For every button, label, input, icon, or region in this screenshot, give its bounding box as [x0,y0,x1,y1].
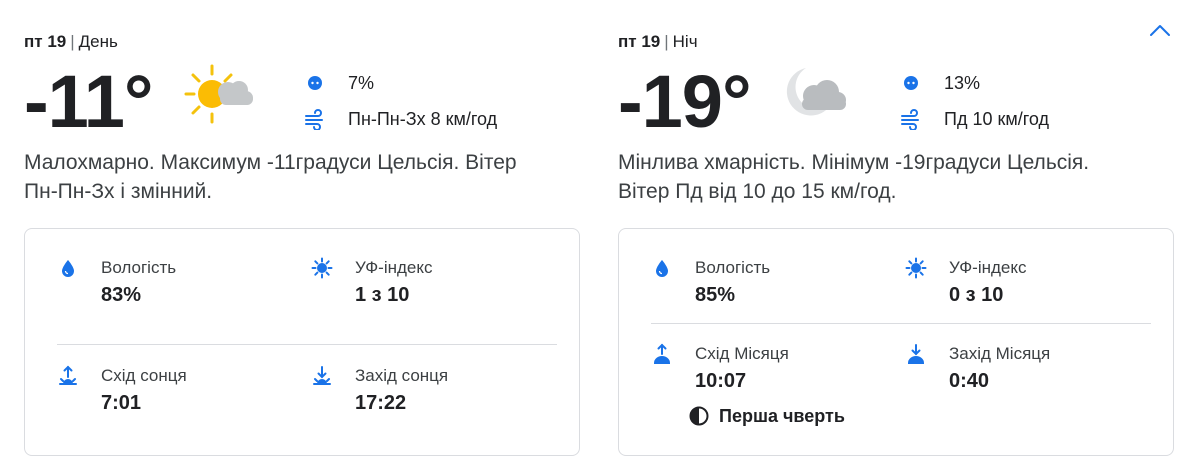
sunset-icon [313,366,331,385]
day-sunrise-label: Схід сонця [101,366,187,385]
collapse-chevron-up-icon[interactable] [1147,18,1173,44]
day-wind-value: Пн-Пн-Зх 8 км/год [348,109,498,129]
night-panel: пт 19 | Ніч -19° 13% Пд 10 км/год Мінлива … [618,0,1178,475]
night-humidity-value: 85% [695,284,736,306]
day-card-divider [57,344,557,345]
day-details-card: Вологість 83% УФ-індекс 1 з 10 Схід сонц… [24,228,580,456]
day-temperature: -11° [24,60,153,143]
day-header-separator: | [70,32,75,51]
moon-cloud-icon [786,68,846,116]
night-header-separator: | [664,32,669,51]
day-header-period: День [78,32,118,51]
day-humidity-value: 83% [101,284,142,306]
day-header: пт 19 | День [24,32,118,52]
night-header-date: пт 19 [618,32,661,51]
day-humidity-label: Вологість [101,258,177,277]
wind-icon [901,109,919,130]
moon-phase-icon [689,406,709,426]
day-uv-value: 1 з 10 [355,284,410,306]
moonset-icon [907,344,925,364]
night-precipitation-value: 13% [944,73,981,93]
uv-sun-icon [905,257,927,279]
night-wind-value: Пд 10 км/год [944,109,1050,129]
night-temperature: -19° [618,60,752,143]
uv-sun-icon [311,257,333,279]
night-header-period: Ніч [672,32,698,51]
night-header: пт 19 | Ніч [618,32,698,52]
moon-phase-label: Перша чверть [719,406,845,426]
day-panel: пт 19 | День -11° 7% Пн-Пн-Зх 8 км/год М… [24,0,584,475]
night-moonset-label: Захід Місяця [949,344,1051,363]
day-header-date: пт 19 [24,32,67,51]
wind-icon [305,109,323,130]
humidity-drop-icon [62,260,74,277]
night-moonrise-value: 10:07 [695,370,747,392]
precipitation-icon [308,76,322,90]
day-sunset-label: Захід сонця [355,366,449,385]
sunrise-icon [59,365,77,385]
night-description: Мінлива хмарність. Мінімум -19градуси Це… [618,151,1090,203]
precipitation-icon [904,76,918,90]
night-moonrise-label: Схід Місяця [695,344,789,363]
night-humidity-label: Вологість [695,258,771,277]
day-precipitation-value: 7% [348,73,375,93]
day-uv-label: УФ-індекс [355,258,433,277]
night-details-card: Вологість 85% УФ-індекс 0 з 10 Схід Міся… [618,228,1174,456]
night-moonset-value: 0:40 [949,370,990,392]
moonrise-icon [653,343,671,364]
sun-cloud-icon [184,64,253,124]
humidity-drop-icon [656,260,668,277]
day-sunrise-value: 7:01 [101,392,142,414]
day-sunset-value: 17:22 [355,392,407,414]
day-description: Малохмарно. Максимум -11градуси Цельсія.… [24,151,517,203]
night-card-divider [651,323,1151,324]
night-uv-label: УФ-індекс [949,258,1027,277]
night-uv-value: 0 з 10 [949,284,1004,306]
